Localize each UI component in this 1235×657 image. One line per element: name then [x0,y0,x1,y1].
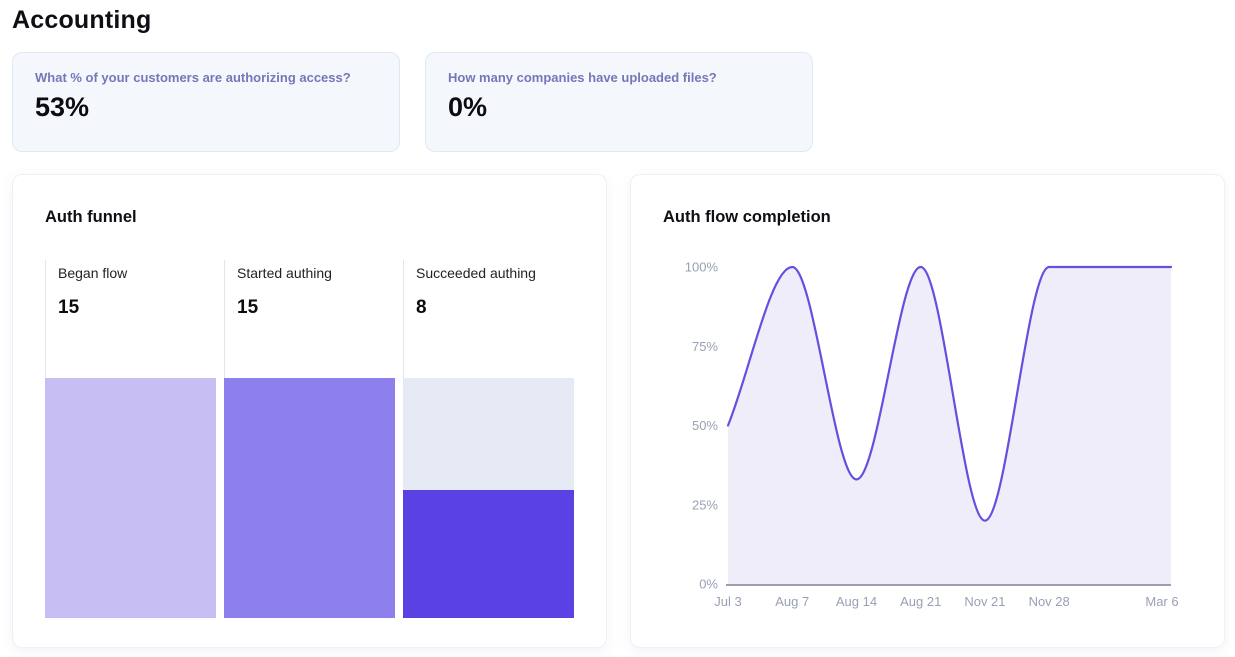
stat-question: How many companies have uploaded files? [448,70,790,85]
funnel-step: Started authing 15 [224,260,395,618]
funnel-step-label: Succeeded authing [416,265,574,281]
auth-flow-completion-title: Auth flow completion [663,208,1192,227]
auth-funnel-card: Auth funnel Began flow 15 Started authing 1… [12,174,607,648]
funnel-bar-track [224,378,395,618]
x-axis-tick-label: Aug 21 [900,594,941,609]
auth-flow-completion-svg: 100% 75% 50% 25% 0% Jul 3 Aug 7 Aug 14 Aug 21 Nov… [663,251,1194,621]
funnel-step-head: Began flow 15 [45,260,216,378]
funnel-bar-fill [45,378,216,618]
funnel-step-label: Started authing [237,265,395,281]
funnel-step-head: Started authing 15 [224,260,395,378]
x-axis-tick-label: Mar 6 [1145,594,1178,609]
y-axis-tick-label: 75% [692,339,718,354]
funnel-step: Succeeded authing 8 [403,260,574,618]
funnel-bar-fill [224,378,395,618]
funnel-bar-track [45,378,216,618]
charts-row: Auth funnel Began flow 15 Started authing 1… [12,174,1225,648]
x-axis-tick-label: Nov 21 [964,594,1005,609]
y-axis-tick-label: 25% [692,497,718,512]
funnel-step-value: 15 [58,297,216,319]
page-title: Accounting [12,6,1225,35]
auth-flow-completion-card: Auth flow completion 100% 75% 50% 25% 0% Jul … [630,174,1225,648]
funnel-step-label: Began flow [58,265,216,281]
x-axis-tick-label: Aug 7 [775,594,809,609]
stat-card-authorizing-access: What % of your customers are authorizing… [12,52,400,152]
auth-funnel-chart: Began flow 15 Started authing 15 Succeeded a… [45,260,574,618]
auth-flow-completion-chart: 100% 75% 50% 25% 0% Jul 3 Aug 7 Aug 14 Aug 21 Nov… [663,251,1192,626]
stat-question: What % of your customers are authorizing… [35,70,377,85]
funnel-bar-track [403,378,574,618]
y-axis-tick-label: 100% [685,260,719,275]
area-fill [728,267,1171,584]
stat-value: 53% [35,92,377,123]
stat-card-uploaded-files: How many companies have uploaded files? … [425,52,813,152]
funnel-step: Began flow 15 [45,260,216,618]
accounting-page: Accounting What % of your customers are … [0,0,1235,648]
stat-value: 0% [448,92,790,123]
funnel-step-value: 15 [237,297,395,319]
y-axis-tick-label: 50% [692,418,718,433]
funnel-step-head: Succeeded authing 8 [403,260,574,378]
funnel-step-value: 8 [416,297,574,319]
x-axis-tick-label: Aug 14 [836,594,877,609]
x-axis-tick-label: Nov 28 [1029,594,1070,609]
funnel-bar-fill [403,490,574,618]
auth-funnel-title: Auth funnel [45,208,574,227]
y-axis-tick-label: 0% [699,577,718,592]
stats-row: What % of your customers are authorizing… [12,52,1225,152]
x-axis-tick-label: Jul 3 [714,594,741,609]
